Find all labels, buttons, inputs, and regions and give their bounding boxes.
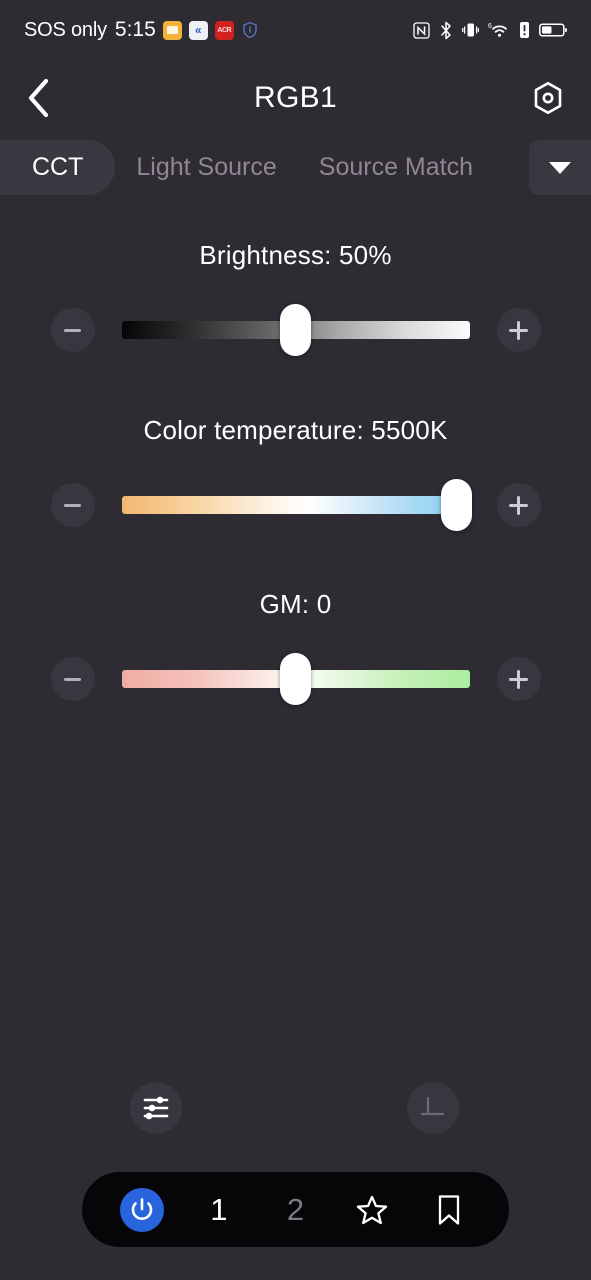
preset-1-button[interactable]: 1 [193, 1184, 245, 1236]
alert-icon [519, 21, 530, 39]
status-bar: SOS only 5:15 « ACR 6 [0, 0, 591, 60]
gm-slider-thumb[interactable] [279, 653, 311, 705]
gm-increase-button[interactable] [496, 657, 541, 701]
settings-button[interactable] [521, 76, 565, 120]
nfc-icon [413, 21, 430, 39]
plus-icon [509, 495, 528, 515]
svg-text:6: 6 [488, 23, 492, 30]
gm-decrease-button[interactable] [50, 657, 95, 701]
app-header: RGB1 [0, 62, 591, 134]
brightness-label: Brightness: 50% [199, 240, 392, 270]
acr-recorder-app-icon: ACR [214, 20, 234, 40]
preset-2-button[interactable]: 2 [269, 1184, 321, 1236]
status-bar-left: SOS only 5:15 « ACR [24, 18, 260, 42]
minus-icon [64, 677, 81, 681]
carrier-label: SOS only [24, 18, 107, 41]
plus-icon [509, 669, 528, 689]
wifi-6ghz-icon: 6 [488, 21, 510, 39]
minus-icon [64, 503, 81, 507]
tab-light-source-label: Light Source [136, 153, 277, 181]
preset-2-label: 2 [286, 1192, 305, 1227]
blue-arrow-glyph: « [194, 23, 202, 37]
star-icon [356, 1195, 388, 1224]
color-temperature-slider-track [121, 496, 470, 514]
power-button-circle [120, 1187, 165, 1232]
acr-glyph: ACR [217, 26, 232, 34]
bluetooth-icon [439, 21, 453, 40]
gm-control-group: GM: 0 [0, 589, 591, 705]
color-temperature-control-group: Color temperature: 5500K [0, 415, 591, 531]
brightness-slider[interactable] [121, 304, 470, 356]
clock-label: 5:15 [114, 18, 156, 41]
gm-label: GM: 0 [259, 589, 332, 619]
sliders-icon [143, 1096, 169, 1120]
tabs-dropdown-button[interactable] [529, 140, 591, 195]
tool-button-row [0, 1082, 591, 1134]
gm-slider[interactable] [121, 653, 470, 705]
brightness-control-group: Brightness: 50% [0, 240, 591, 356]
status-bar-right: 6 [413, 21, 567, 40]
color-temperature-label: Color temperature: 5500K [143, 415, 448, 445]
chevron-down-icon [549, 161, 571, 174]
blue-arrow-app-icon: « [188, 20, 208, 40]
bookmark-icon [438, 1194, 459, 1225]
plus-icon [509, 320, 528, 340]
brightness-decrease-button[interactable] [50, 308, 95, 352]
battery-icon [539, 22, 567, 38]
favorite-button[interactable] [346, 1184, 398, 1236]
color-temperature-slider[interactable] [121, 479, 472, 531]
back-button[interactable] [26, 76, 70, 120]
tab-cct-label: CCT [32, 153, 84, 181]
gear-icon [534, 81, 562, 115]
color-temperature-slider-thumb[interactable] [440, 479, 472, 531]
power-button[interactable] [116, 1184, 168, 1236]
bookmark-button[interactable] [423, 1184, 475, 1236]
color-temperature-increase-button[interactable] [496, 483, 541, 527]
tab-source-match[interactable]: Source Match [298, 140, 494, 195]
alignment-button[interactable] [407, 1082, 459, 1134]
tab-source-match-label: Source Match [318, 153, 474, 181]
tab-light-source[interactable]: Light Source [115, 140, 297, 195]
page-title: RGB1 [254, 81, 337, 114]
brightness-slider-row [0, 304, 591, 356]
preset-1-label: 1 [210, 1192, 228, 1227]
perpendicular-icon [420, 1096, 445, 1116]
vibrate-icon [462, 21, 479, 39]
effects-button[interactable] [130, 1082, 182, 1134]
shield-app-icon [241, 21, 260, 40]
color-temperature-decrease-button[interactable] [50, 483, 95, 527]
brightness-increase-button[interactable] [496, 308, 541, 352]
brightness-slider-thumb[interactable] [279, 304, 311, 356]
chevron-left-icon [28, 78, 49, 118]
bottom-nav-bar: 1 2 [82, 1172, 509, 1247]
tab-cct[interactable]: CCT [0, 140, 116, 195]
color-temperature-slider-row [0, 479, 591, 531]
mode-tabs: CCT Light Source Source Match [0, 140, 591, 195]
folder-app-icon [162, 20, 182, 40]
minus-icon [64, 328, 81, 332]
power-icon [132, 1197, 153, 1220]
gm-slider-row [0, 653, 591, 705]
